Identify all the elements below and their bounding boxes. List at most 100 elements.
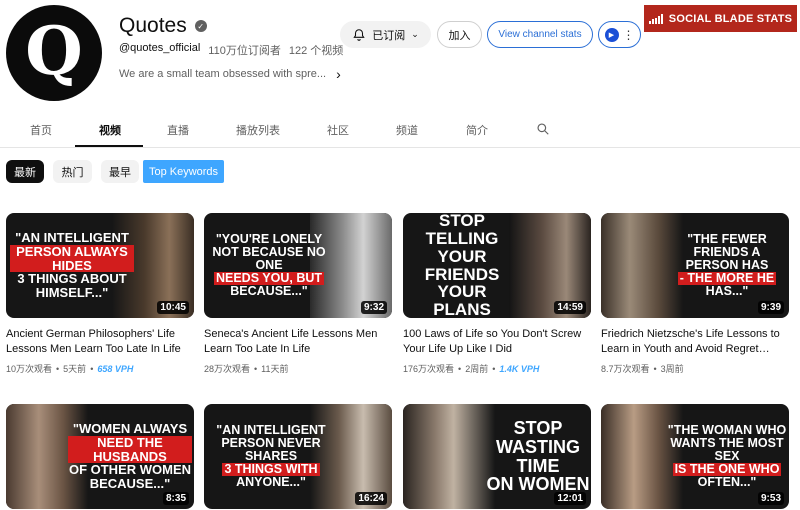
tab-playlists[interactable]: 播放列表	[236, 122, 280, 138]
chip-popular[interactable]: 热门	[53, 160, 92, 183]
meta-dot: •	[254, 363, 258, 374]
video-thumbnail[interactable]: Stop telling your friends your plans 14:…	[403, 213, 591, 318]
active-tab-indicator	[75, 145, 143, 147]
thumb-line: wants the most sex	[670, 435, 784, 463]
chip-label: 热门	[61, 166, 84, 179]
video-duration: 14:59	[554, 301, 586, 314]
tab-videos[interactable]: 视频	[99, 122, 121, 138]
chevron-down-icon: ⌄	[411, 29, 419, 39]
thumb-line: "The woman who	[667, 422, 787, 437]
thumb-line: "An intelligent	[216, 422, 326, 437]
thumb-line: 3 things about	[17, 271, 127, 287]
thumb-line: friends a person has	[685, 244, 769, 272]
meta-dot: •	[458, 363, 462, 374]
channel-tabs: 首页 视频 直播 播放列表 社区 频道 简介	[0, 112, 800, 148]
video-meta: 8.7万次观看 • 3周前	[601, 362, 789, 375]
video-card[interactable]: "You're lonely not because no one needs …	[204, 213, 392, 375]
meta-dot: •	[653, 363, 657, 374]
thumb-line: often..."	[697, 475, 757, 490]
subscribed-button[interactable]: 已订阅 ⌄	[340, 21, 431, 48]
video-card[interactable]: Stop wasting time on women 12:01	[403, 404, 591, 509]
social-blade-stats-button[interactable]: SOCIAL BLADE STATS	[644, 5, 797, 32]
video-card[interactable]: Stop telling your friends your plans 14:…	[403, 213, 591, 375]
join-label: 加入	[448, 29, 471, 42]
chip-label: 最早	[109, 166, 131, 179]
search-icon[interactable]	[536, 122, 550, 136]
video-title[interactable]: Seneca's Ancient Life Lessons Men Learn …	[204, 327, 392, 357]
view-count: 10万次观看	[6, 364, 53, 374]
thumb-line: Stop telling	[425, 213, 499, 248]
upload-age: 3周前	[660, 364, 684, 374]
subscribed-label: 已订阅	[372, 29, 406, 42]
video-title[interactable]: Friedrich Nietzsche's Life Lessons to Le…	[601, 327, 789, 357]
thumb-line: your plans	[433, 282, 491, 318]
video-title[interactable]: Ancient German Philosophers' Life Lesson…	[6, 327, 194, 357]
video-duration: 9:32	[360, 301, 387, 314]
channel-handle: @quotes_official	[119, 42, 201, 54]
thumb-line: because..."	[89, 475, 171, 491]
thumb-line: has..."	[705, 284, 749, 299]
thumb-line: of other women	[68, 462, 192, 478]
video-thumbnail[interactable]: "The woman who wants the most sex is the…	[601, 404, 789, 509]
vph-badge: 658 VPH	[97, 363, 134, 374]
thumb-line: "The fewer	[687, 231, 767, 246]
video-thumbnail[interactable]: "You're lonely not because no one needs …	[204, 213, 392, 318]
thumb-line: Stop	[513, 417, 563, 438]
video-thumbnail[interactable]: "Women always need the husbands of other…	[6, 404, 194, 509]
video-thumbnail[interactable]: "An intelligent person never shares 3 th…	[204, 404, 392, 509]
thumb-line: "An intelligent	[15, 230, 129, 246]
tab-channels[interactable]: 频道	[396, 122, 418, 138]
video-thumbnail[interactable]: Stop wasting time on women 12:01	[403, 404, 591, 509]
extension-menu-button[interactable]: ▶ ⋮	[598, 21, 641, 48]
video-thumbnail[interactable]: "The fewer friends a person has - the mo…	[601, 213, 789, 318]
social-blade-label: SOCIAL BLADE STATS	[668, 12, 793, 25]
chip-top-keywords[interactable]: Top Keywords	[143, 160, 224, 183]
video-meta: 28万次观看 • 11天前	[204, 362, 392, 375]
video-meta: 10万次观看 • 5天前 • 658 VPH	[6, 362, 194, 375]
chip-latest[interactable]: 最新	[6, 160, 44, 183]
video-card[interactable]: "An intelligent person never shares 3 th…	[204, 404, 392, 509]
view-channel-stats-button[interactable]: View channel stats	[487, 21, 593, 48]
video-duration: 16:24	[355, 492, 387, 505]
video-thumbnail[interactable]: "An intelligent person always hides 3 th…	[6, 213, 194, 318]
thumb-line: anyone..."	[236, 475, 306, 490]
thumb-line: not because no one	[212, 244, 326, 272]
tab-live[interactable]: 直播	[167, 122, 189, 138]
video-card[interactable]: "Women always need the husbands of other…	[6, 404, 194, 509]
channel-avatar[interactable]: Q	[6, 5, 102, 101]
meta-dot: •	[492, 363, 496, 374]
tab-community[interactable]: 社区	[327, 122, 349, 138]
meta-dot: •	[56, 363, 60, 374]
bell-icon	[353, 28, 365, 41]
upload-age: 5天前	[63, 364, 87, 374]
thumbnail-text: "An intelligent person never shares 3 th…	[208, 404, 334, 509]
thumbnail-text: "You're lonely not because no one needs …	[206, 213, 332, 318]
video-count: 122 个视频	[288, 45, 344, 57]
thumb-line: your friends	[424, 246, 500, 284]
chip-oldest[interactable]: 最早	[101, 160, 139, 183]
stats-label: View channel stats	[498, 29, 582, 40]
meta-dot: •	[90, 363, 94, 374]
channel-description[interactable]: We are a small team obsessed with spre..…	[119, 66, 341, 82]
video-duration: 9:53	[757, 492, 784, 505]
video-card[interactable]: "The woman who wants the most sex is the…	[601, 404, 789, 509]
thumb-line: need the husbands	[68, 436, 192, 464]
thumb-line: because..."	[230, 284, 308, 299]
view-count: 28万次观看	[204, 364, 251, 374]
join-button[interactable]: 加入	[437, 21, 482, 48]
channel-name: Quotes	[119, 14, 187, 37]
video-card[interactable]: "The fewer friends a person has - the mo…	[601, 213, 789, 375]
video-title[interactable]: 100 Laws of Life so You Don't Screw Your…	[403, 327, 591, 357]
tab-home[interactable]: 首页	[30, 122, 52, 138]
view-count: 8.7万次观看	[601, 364, 650, 374]
video-card[interactable]: "An intelligent person always hides 3 th…	[6, 213, 194, 375]
thumb-line: person always hides	[10, 245, 134, 273]
view-count: 176万次观看	[403, 364, 455, 374]
more-vertical-icon: ⋮	[622, 27, 635, 42]
description-text: We are a small team obsessed with spre..…	[119, 68, 327, 80]
channel-name-row: Quotes ✓	[119, 14, 207, 38]
thumb-line: "You're lonely	[215, 231, 323, 246]
avatar-letter: Q	[25, 12, 83, 90]
video-duration: 9:39	[757, 301, 784, 314]
tab-about[interactable]: 简介	[466, 122, 488, 138]
